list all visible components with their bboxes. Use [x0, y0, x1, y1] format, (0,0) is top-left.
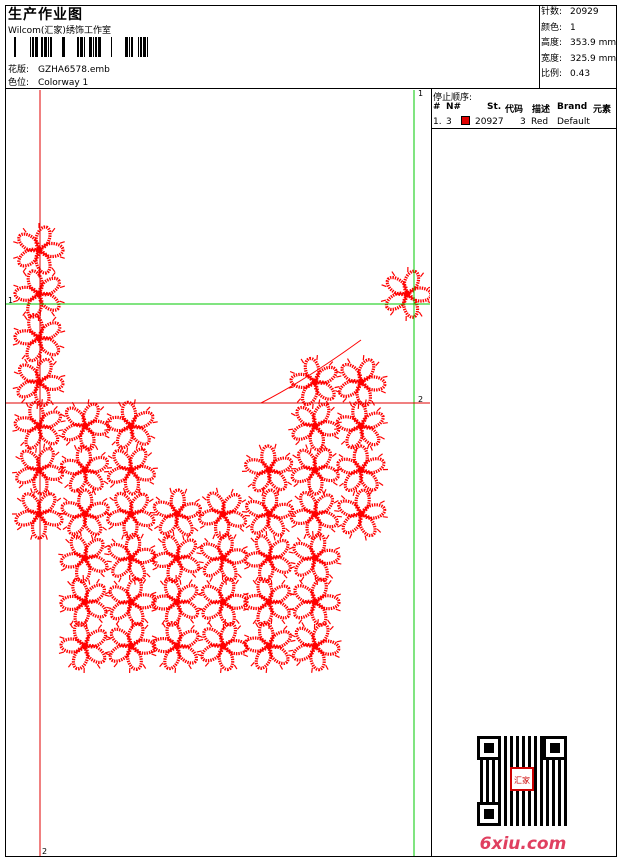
row-code: 3 [520, 117, 526, 127]
lace-flower [104, 531, 158, 585]
height-value: 353.9 mm [570, 38, 617, 48]
lace-flower [58, 618, 112, 674]
lace-flower [149, 487, 205, 541]
lace-flower [242, 487, 296, 541]
table-bottom-rule [431, 128, 617, 129]
width-label: 宽度: [541, 53, 563, 64]
scale-label: 比例: [541, 69, 563, 79]
lace-flower [12, 310, 66, 366]
lace-flower [58, 575, 112, 629]
col-header-element: 元素 [593, 105, 612, 115]
guide-label-bottom-left: 2 [42, 847, 48, 856]
lace-flower [243, 575, 295, 629]
lace-flower [12, 443, 66, 497]
header-divider [5, 88, 617, 89]
lace-flower [197, 574, 249, 630]
lace-flower [58, 399, 112, 453]
lace-flower [12, 399, 66, 453]
lace-flower [57, 488, 113, 540]
col-header-brand: Brand [557, 102, 588, 112]
height-row: 高度: 353.9 mm [541, 36, 616, 52]
lace-flower [103, 487, 159, 541]
svg-text:汇家: 汇家 [514, 775, 530, 785]
guide-label-right-mid: 2 [418, 395, 424, 404]
width-row: 宽度: 325.9 mm [541, 52, 616, 68]
colorway-name: Colorway 1 [38, 78, 89, 88]
width-value: 325.9 mm [570, 53, 617, 64]
col-header-code: 代码 [505, 105, 524, 115]
lace-flower [150, 619, 204, 673]
design-label: 花版: [8, 65, 30, 75]
lace-flower [289, 574, 341, 630]
lace-flower [150, 531, 204, 585]
lace-flower [288, 399, 342, 453]
lace-flower [104, 399, 158, 453]
stats-divider [539, 5, 540, 88]
lace-flower [380, 266, 430, 322]
lace-flower [288, 355, 342, 409]
lace-flower [58, 531, 112, 585]
svg-text:6xiu.com: 6xiu.com [480, 834, 567, 854]
scale-row: 比例: 0.43 [541, 67, 616, 83]
lace-pattern [12, 223, 430, 674]
row-brand: Default [557, 117, 590, 127]
row-index: 1. [433, 117, 442, 127]
lace-flower [104, 574, 158, 630]
embroidery-design-canvas [6, 90, 430, 856]
col-header-description: 描述 [532, 105, 551, 115]
lace-flower [241, 443, 297, 497]
design-stats: 针数: 20929 颜色: 1 高度: 353.9 mm 宽度: 325.9 mm 比例… [541, 5, 616, 83]
page-title: 生产作业图 [8, 7, 83, 23]
color-count-row: 颜色: 1 [541, 21, 616, 37]
height-label: 高度: [541, 38, 563, 48]
stitch-count-label: 针数: [541, 7, 563, 17]
lace-flower [150, 574, 204, 630]
row-stitches: 20927 [475, 117, 504, 127]
row-needle: 3 [446, 117, 452, 127]
studio-subtitle: Wilcom(汇家)绣饰工作室 [8, 26, 111, 36]
guide-label-left: 1 [8, 296, 14, 305]
barcode [14, 37, 148, 57]
guide-label-right-top: 1 [418, 89, 424, 98]
col-header-stitches: St. [487, 102, 502, 112]
color-count-label: 颜色: [541, 22, 563, 33]
lace-flower [12, 488, 66, 540]
lace-flower [334, 355, 388, 409]
panel-divider [431, 88, 432, 857]
design-file-name: GZHA6578.emb [38, 65, 110, 75]
scale-value: 0.43 [570, 69, 591, 79]
lace-flower [12, 355, 66, 409]
stitch-count-value: 20929 [570, 7, 599, 17]
row-color-swatch [461, 116, 470, 125]
col-header-index: # [433, 102, 441, 112]
colorway-label: 色位: [8, 78, 30, 88]
col-header-needle: N# [446, 102, 462, 112]
lace-flower [104, 618, 158, 674]
row-description: Red [531, 117, 549, 127]
lace-flower [334, 487, 388, 541]
color-count-value: 1 [570, 22, 576, 33]
lace-flower [58, 443, 112, 497]
design-file-line: 花版: GZHA6578.emb [8, 62, 110, 75]
lace-flower [333, 444, 389, 496]
lace-flower [104, 443, 158, 497]
qr-watermark-logo: 汇家 6xiu.com [477, 736, 567, 854]
lace-flower [196, 487, 250, 541]
colorway-line: 色位: Colorway 1 [8, 75, 88, 88]
lace-flower [287, 443, 343, 497]
stitch-count-row: 针数: 20929 [541, 5, 616, 21]
